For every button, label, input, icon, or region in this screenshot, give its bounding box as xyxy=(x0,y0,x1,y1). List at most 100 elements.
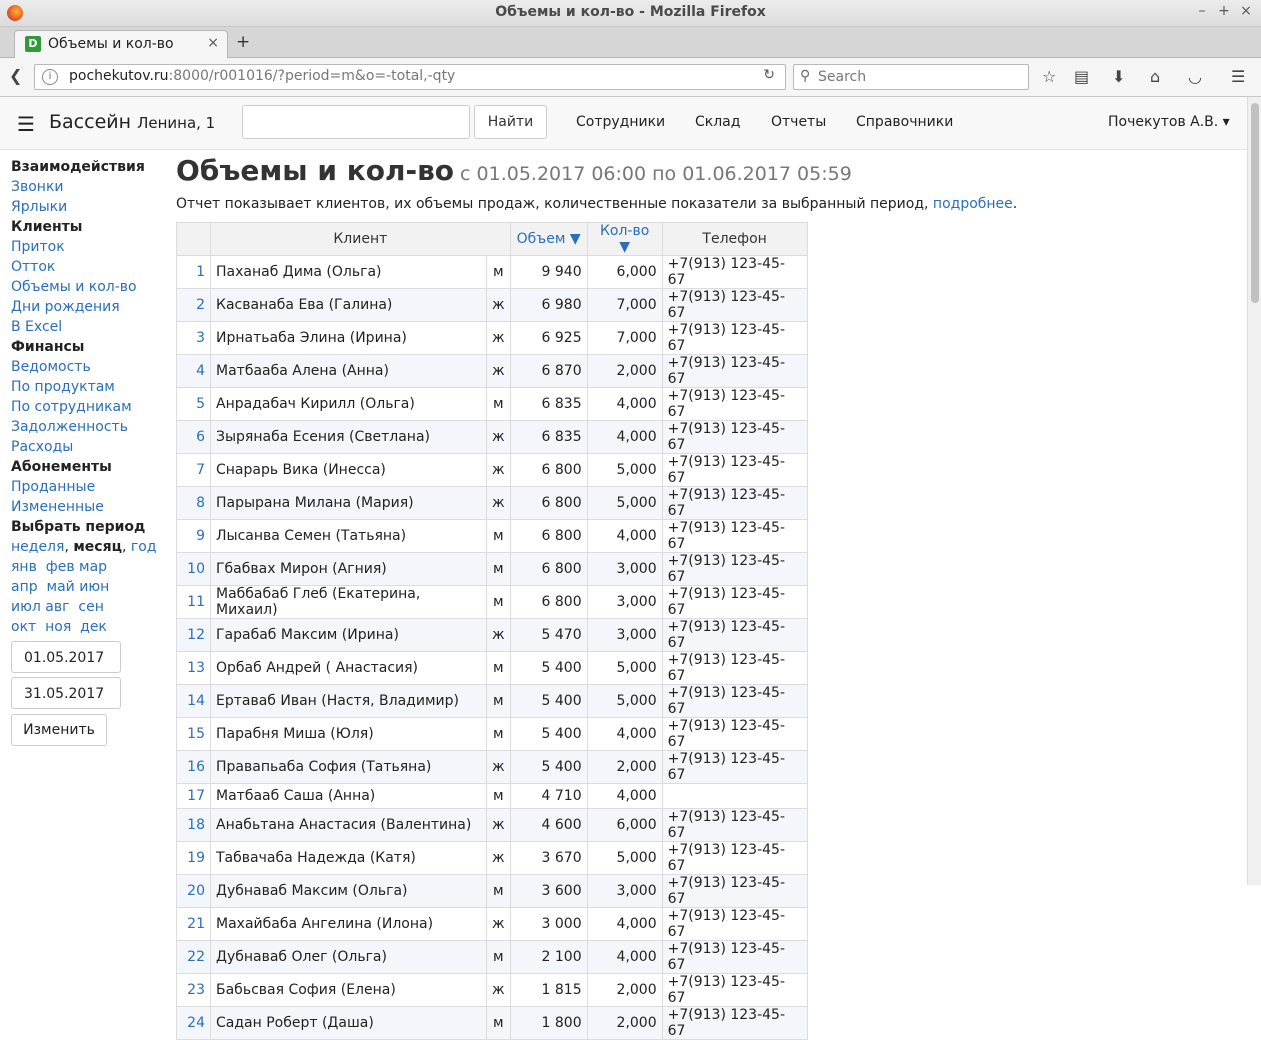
sidebar-item-expenses[interactable]: Расходы xyxy=(11,437,171,457)
row-index[interactable]: 3 xyxy=(176,321,211,355)
row-index[interactable]: 12 xyxy=(176,618,211,652)
row-index[interactable]: 21 xyxy=(176,907,211,941)
nav-directories[interactable]: Справочники xyxy=(856,114,953,130)
sidebar-item-changed[interactable]: Измененные xyxy=(11,497,171,517)
row-index[interactable]: 8 xyxy=(176,486,211,520)
browser-tab[interactable]: D Объемы и кол-во × xyxy=(14,30,228,58)
info-icon[interactable]: i xyxy=(42,69,58,85)
brand-sub: Ленина, 1 xyxy=(137,114,216,132)
sidebar-item-birthdays[interactable]: Дни рождения xyxy=(11,297,171,317)
sidebar-item-volumes[interactable]: Объемы и кол-во xyxy=(11,277,171,297)
row-index[interactable]: 5 xyxy=(176,387,211,421)
sidebar-item-by-staff[interactable]: По сотрудникам xyxy=(11,397,171,417)
sidebar-item-sold[interactable]: Проданные xyxy=(11,477,171,497)
url-bar[interactable]: i pochekutov.ru:8000/r001016/?period=m&o… xyxy=(34,64,786,90)
sidebar-item-statement[interactable]: Ведомость xyxy=(11,357,171,377)
client-volume: 5 400 xyxy=(509,717,588,751)
date-from-field[interactable]: 01.05.2017 xyxy=(11,641,121,673)
month-aug[interactable]: авг xyxy=(45,599,69,615)
month-dec[interactable]: дек xyxy=(80,619,107,635)
home-icon[interactable]: ⌂ xyxy=(1150,67,1160,86)
month-nov[interactable]: ноя xyxy=(45,619,71,635)
nav-reports[interactable]: Отчеты xyxy=(771,114,826,130)
vertical-scrollbar[interactable] xyxy=(1247,97,1261,885)
nav-employees[interactable]: Сотрудники xyxy=(576,114,665,130)
back-icon[interactable]: ❮ xyxy=(9,66,22,85)
table-row: 23 Бабьсвая София (Елена) ж 1 815 2,000 +7(91… xyxy=(176,973,808,1007)
month-jan[interactable]: янв xyxy=(11,559,37,575)
month-feb[interactable]: фев xyxy=(46,559,75,575)
close-window-icon[interactable]: × xyxy=(1237,3,1255,19)
row-index[interactable]: 4 xyxy=(176,354,211,388)
browser-search-input[interactable]: ⚲ Search xyxy=(793,64,1029,90)
row-index[interactable]: 6 xyxy=(176,420,211,454)
row-index[interactable]: 18 xyxy=(176,808,211,842)
month-jun[interactable]: июн xyxy=(79,579,109,595)
month-mar[interactable]: мар xyxy=(79,559,107,575)
downloads-icon[interactable]: ⬇ xyxy=(1112,67,1125,86)
month-apr[interactable]: апр xyxy=(11,579,38,595)
col-qty[interactable]: Кол-во ▼ xyxy=(586,222,663,256)
client-volume: 5 470 xyxy=(509,618,588,652)
sidebar-item-calls[interactable]: Звонки xyxy=(11,177,171,197)
date-to-field[interactable]: 31.05.2017 xyxy=(11,677,121,709)
table-row: 7 Снарарь Вика (Инесса) ж 6 800 5,000 +7(913)… xyxy=(176,453,808,487)
scrollbar-thumb[interactable] xyxy=(1251,103,1259,303)
bookmarks-library-icon[interactable]: ▤ xyxy=(1074,67,1089,86)
maximize-icon[interactable]: + xyxy=(1215,3,1233,19)
sidebar-item-by-products[interactable]: По продуктам xyxy=(11,377,171,397)
client-phone: +7(913) 123-45-67 xyxy=(661,420,808,454)
row-index[interactable]: 24 xyxy=(176,1006,211,1040)
client-volume: 5 400 xyxy=(509,651,588,685)
client-name: Табвачаба Надежда (Катя) xyxy=(210,841,487,875)
row-index[interactable]: 15 xyxy=(176,717,211,751)
sidebar-item-debt[interactable]: Задолженность xyxy=(11,417,171,437)
brand[interactable]: Бассейн Ленина, 1 xyxy=(49,111,215,133)
row-index[interactable]: 16 xyxy=(176,750,211,784)
month-jul[interactable]: июл xyxy=(11,599,41,615)
bookmark-star-icon[interactable]: ☆ xyxy=(1042,67,1056,86)
pocket-icon[interactable]: ◡ xyxy=(1188,67,1202,86)
minimize-icon[interactable]: – xyxy=(1193,3,1211,19)
reload-icon[interactable]: ↻ xyxy=(763,67,775,83)
nav-warehouse[interactable]: Склад xyxy=(695,114,740,130)
month-sep[interactable]: сен xyxy=(78,599,103,615)
sidebar-item-excel[interactable]: В Excel xyxy=(11,317,171,337)
hamburger-icon[interactable]: ☰ xyxy=(17,112,35,136)
row-index[interactable]: 17 xyxy=(176,783,211,809)
more-link[interactable]: подробнее xyxy=(933,196,1013,212)
row-index[interactable]: 10 xyxy=(176,552,211,586)
client-gender: ж xyxy=(486,321,511,355)
menu-icon[interactable]: ☰ xyxy=(1231,67,1245,86)
search-input[interactable] xyxy=(242,105,470,139)
row-index[interactable]: 7 xyxy=(176,453,211,487)
user-menu[interactable]: Почекутов А.В. ▾ xyxy=(1108,114,1230,130)
row-index[interactable]: 11 xyxy=(176,585,211,619)
row-index[interactable]: 2 xyxy=(176,288,211,322)
sidebar-item-outflow[interactable]: Отток xyxy=(11,257,171,277)
sidebar-item-labels[interactable]: Ярлыки xyxy=(11,197,171,217)
client-phone: +7(913) 123-45-67 xyxy=(661,973,808,1007)
row-index[interactable]: 13 xyxy=(176,651,211,685)
new-tab-icon[interactable]: + xyxy=(236,32,250,52)
sidebar-item-inflow[interactable]: Приток xyxy=(11,237,171,257)
row-index[interactable]: 1 xyxy=(176,255,211,289)
month-may[interactable]: май xyxy=(47,579,75,595)
client-name: Паханаб Дима (Ольга) xyxy=(210,255,487,289)
close-tab-icon[interactable]: × xyxy=(207,35,219,51)
col-volume[interactable]: Объем ▼ xyxy=(509,222,588,256)
row-index[interactable]: 23 xyxy=(176,973,211,1007)
client-gender: м xyxy=(486,717,511,751)
client-volume: 6 925 xyxy=(509,321,588,355)
period-year[interactable]: год xyxy=(131,539,157,555)
row-index[interactable]: 9 xyxy=(176,519,211,553)
row-index[interactable]: 14 xyxy=(176,684,211,718)
row-index[interactable]: 20 xyxy=(176,874,211,908)
row-index[interactable]: 19 xyxy=(176,841,211,875)
period-week[interactable]: неделя xyxy=(11,539,64,555)
month-oct[interactable]: окт xyxy=(11,619,36,635)
row-index[interactable]: 22 xyxy=(176,940,211,974)
change-period-button[interactable]: Изменить xyxy=(11,714,107,746)
brand-name: Бассейн xyxy=(49,111,132,133)
find-button[interactable]: Найти xyxy=(474,105,547,139)
